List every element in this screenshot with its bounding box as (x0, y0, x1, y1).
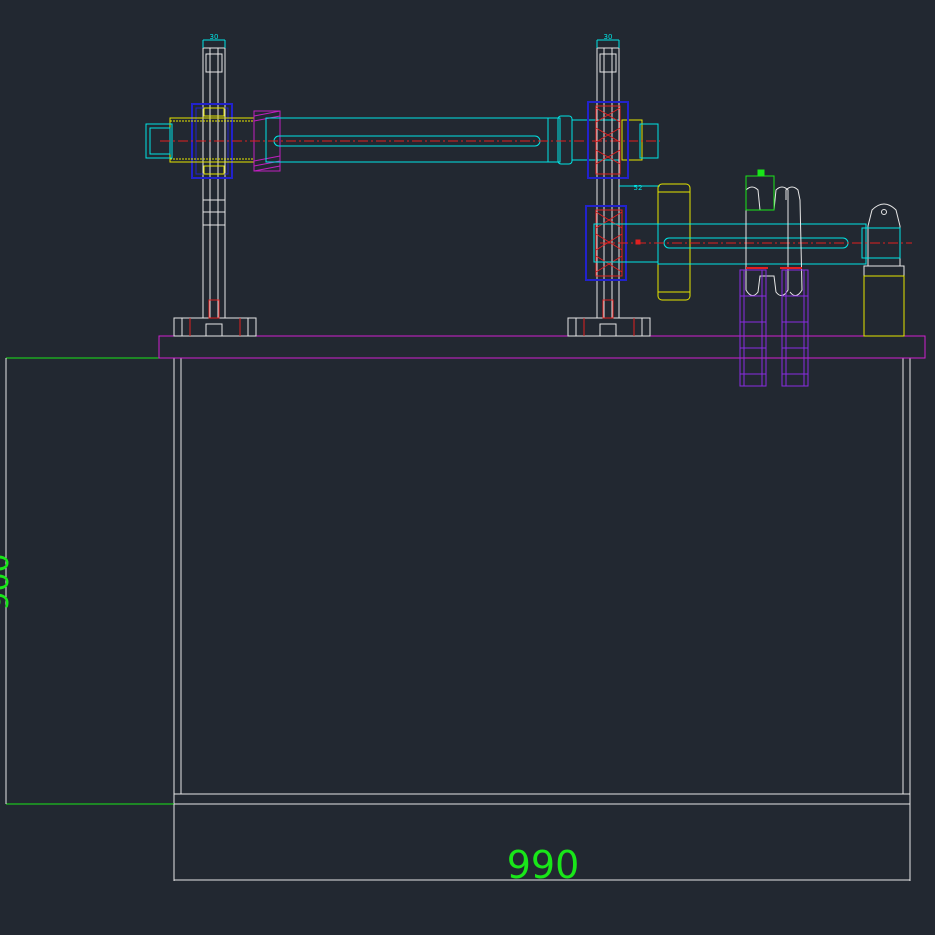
left-height-dimension-label: 900 (0, 553, 16, 610)
gap-dimension-label: 52 (634, 184, 643, 192)
lower-frame (173, 357, 911, 805)
sprocket-pair (745, 169, 803, 296)
left-column (173, 39, 257, 337)
left-dimension-box (5, 357, 174, 805)
mounting-plate (158, 335, 926, 359)
end-bearing-housing (861, 203, 905, 337)
upper-shaft (160, 115, 660, 165)
spur-gear (657, 183, 691, 301)
roller-chains (739, 267, 809, 387)
overall-width-dimension-label: 990 (507, 843, 580, 887)
right-column-width-label: 30 (604, 33, 613, 41)
left-column-width-label: 30 (210, 33, 219, 41)
right-column (567, 39, 660, 337)
cad-drawing: 900 990 30 30 52 (0, 33, 926, 887)
